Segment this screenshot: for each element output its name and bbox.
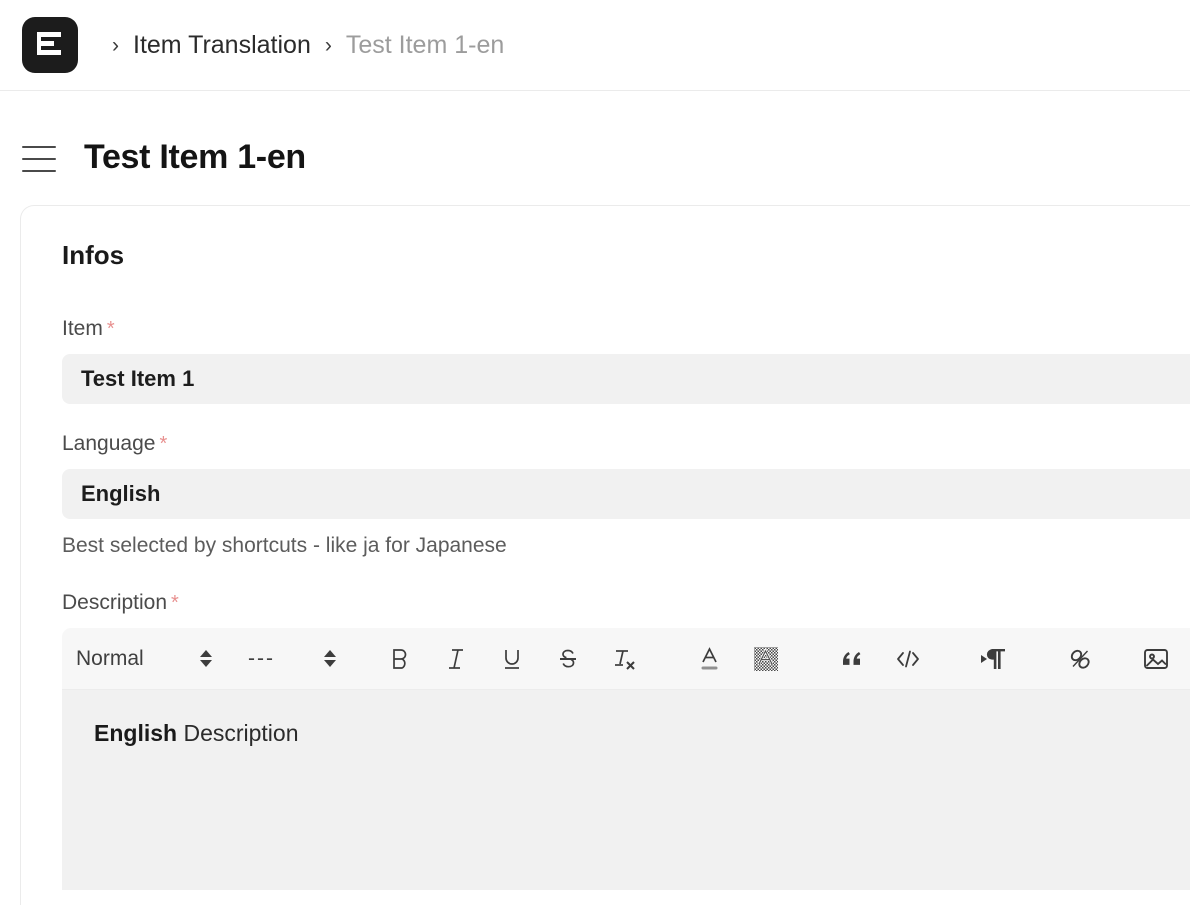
hamburger-menu-icon[interactable] [22,145,56,172]
infos-card: Infos Item* Language* Best selected by s… [20,205,1190,905]
page-title: Test Item 1-en [84,137,306,176]
required-asterisk: * [159,433,168,455]
size-select-value: --- [248,646,275,670]
top-bar: › Item Translation › Test Item 1-en [0,0,1190,91]
code-block-icon[interactable] [888,637,928,681]
field-language: Language* Best selected by shortcuts - l… [62,432,1190,558]
underline-icon[interactable] [492,637,532,681]
evershop-e-logo[interactable] [22,17,78,73]
field-description-label: Description * [62,591,1190,615]
format-select-value: Normal [76,646,144,670]
language-hint: Best selected by shortcuts - like ja for… [62,534,507,557]
required-asterisk: * [171,592,179,614]
required-asterisk: * [106,318,115,340]
format-select[interactable]: Normal [76,647,212,671]
editor-content[interactable]: English Description [62,690,1190,890]
editor-content-bold: English [94,720,178,746]
field-description-label-text: Description [62,591,168,614]
chevron-updown-icon [200,650,212,667]
field-item-label: Item * [62,317,1190,341]
language-input[interactable] [62,469,1190,519]
field-item: Item * [62,317,1190,404]
chevron-updown-icon [324,650,336,667]
clear-format-icon[interactable] [604,637,644,681]
field-description: Description * Normal --- English Descrip… [62,591,1190,890]
blockquote-icon[interactable] [832,637,872,681]
card-title: Infos [62,240,125,270]
image-icon[interactable] [1136,637,1176,681]
field-language-label-text: Language [62,432,156,455]
editor-toolbar: Normal --- [62,628,1190,690]
breadcrumb: › Item Translation › Test Item 1-en [98,31,504,60]
breadcrumb-item-current: Test Item 1-en [345,30,505,59]
item-input[interactable] [62,354,1190,404]
size-select[interactable]: --- [248,647,336,671]
link-icon[interactable] [1060,637,1100,681]
rich-text-editor: Normal --- English Description [62,628,1190,890]
chevron-right-icon: › [324,33,332,57]
page-header: Test Item 1-en [0,91,1190,191]
italic-icon[interactable] [436,637,476,681]
strikethrough-icon[interactable] [548,637,588,681]
text-direction-icon[interactable] [974,637,1014,681]
chevron-right-icon: › [112,33,119,57]
bold-icon[interactable] [380,637,420,681]
text-color-icon[interactable] [690,637,730,681]
breadcrumb-item-item-translation[interactable]: Item Translation [133,31,311,60]
field-language-label: Language * [62,432,1190,456]
highlight-color-icon[interactable] [746,637,786,681]
field-item-label-text: Item [62,317,103,340]
editor-content-text: Description [177,720,299,746]
